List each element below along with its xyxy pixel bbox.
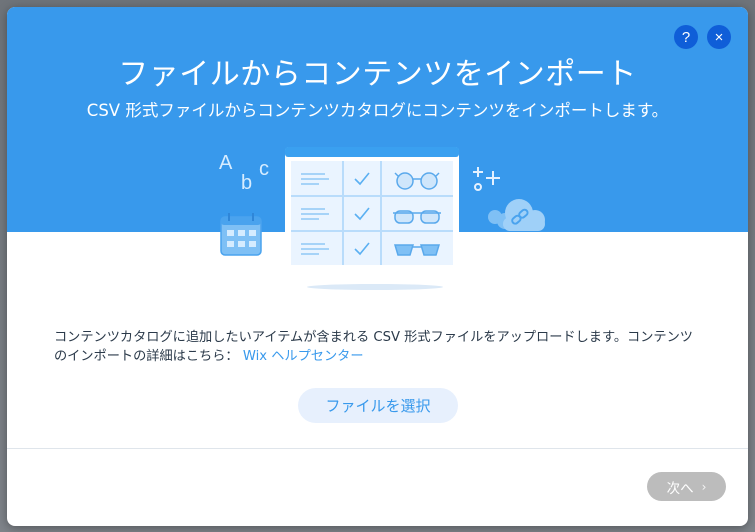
next-label: 次へ bbox=[666, 480, 694, 497]
letter-c: c bbox=[259, 158, 269, 180]
footer-divider bbox=[7, 448, 748, 449]
description-text: コンテンツカタログに追加したいアイテムが含まれる CSV 形式ファイルをアップロ… bbox=[54, 330, 693, 364]
wix-help-center-link[interactable]: Wix ヘルプセンター bbox=[243, 349, 364, 364]
dialog-title: ファイルからコンテンツをインポート bbox=[118, 57, 637, 92]
close-icon: × bbox=[714, 28, 724, 46]
letter-a: A bbox=[219, 152, 233, 174]
close-button[interactable]: × bbox=[707, 25, 731, 49]
next-button[interactable]: 次へ › bbox=[647, 472, 726, 501]
import-illustration: A b c bbox=[219, 147, 545, 290]
choose-file-button[interactable]: ファイルを選択 bbox=[298, 388, 458, 423]
letter-b: b bbox=[241, 172, 252, 194]
dialog-subtitle: CSV 形式ファイルからコンテンツカタログにコンテンツをインポートします。 bbox=[86, 101, 669, 120]
import-dialog: ? × ファイルからコンテンツをインポート CSV 形式ファイルからコンテンツカ… bbox=[7, 7, 748, 526]
illustration-shadow bbox=[307, 284, 443, 290]
import-description: コンテンツカタログに追加したいアイテムが含まれる CSV 形式ファイルをアップロ… bbox=[54, 328, 704, 366]
cloud-link-icon bbox=[488, 199, 545, 231]
help-button[interactable]: ? bbox=[674, 25, 698, 49]
plus-icon bbox=[473, 167, 500, 191]
chevron-right-icon: › bbox=[701, 479, 707, 494]
calendar-icon bbox=[220, 213, 262, 256]
help-icon: ? bbox=[681, 28, 691, 46]
